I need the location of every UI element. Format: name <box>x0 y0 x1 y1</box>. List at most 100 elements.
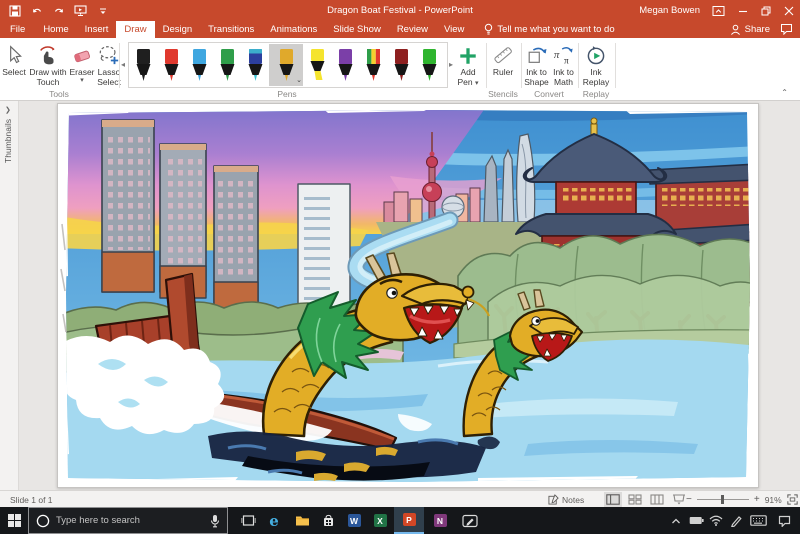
microphone-icon[interactable] <box>210 514 220 528</box>
add-pen-plus-icon <box>452 40 484 66</box>
ruler-button[interactable]: Ruler <box>488 40 518 94</box>
taskbar-search[interactable]: Type here to search <box>28 507 228 534</box>
tab-draw[interactable]: Draw <box>116 21 154 38</box>
eraser-dropdown-caret[interactable]: ▾ <box>68 77 96 85</box>
zoom-slider[interactable] <box>697 495 749 504</box>
ink-to-math-button[interactable]: ππ Ink to Math <box>550 40 577 94</box>
file-explorer-icon[interactable] <box>290 507 314 534</box>
close-icon[interactable] <box>784 6 794 16</box>
rainbow-pen[interactable] <box>359 44 387 86</box>
signed-in-user[interactable]: Megan Bowen <box>639 0 700 21</box>
share-person-icon <box>730 24 741 36</box>
group-label-convert: Convert <box>521 89 577 99</box>
word-icon[interactable]: W <box>342 507 366 534</box>
tab-home[interactable]: Home <box>35 21 76 38</box>
task-view-button[interactable] <box>236 507 260 534</box>
zoom-in-icon[interactable]: + <box>754 494 760 505</box>
ribbon-tab-row: File Home Insert Draw Design Transitions… <box>0 21 800 38</box>
restore-icon[interactable] <box>761 6 771 16</box>
comments-icon[interactable] <box>780 23 793 35</box>
black-pen[interactable] <box>129 44 157 86</box>
action-center-icon[interactable] <box>772 507 796 534</box>
store-icon[interactable] <box>316 507 340 534</box>
add-pen-dropdown-caret[interactable]: ▾ <box>475 80 479 87</box>
pen-options-caret[interactable]: ⌄ <box>296 76 302 84</box>
tab-transitions[interactable]: Transitions <box>200 21 262 38</box>
group-label-tools: Tools <box>0 89 118 99</box>
excel-icon[interactable]: X <box>368 507 392 534</box>
bright-green-pen[interactable] <box>415 44 443 86</box>
lightbulb-icon <box>484 23 493 36</box>
cortana-icon <box>36 514 50 528</box>
notes-button[interactable]: Notes <box>548 491 584 508</box>
tab-animations[interactable]: Animations <box>262 21 325 38</box>
onenote-icon[interactable]: N <box>428 507 452 534</box>
slide-illustration <box>58 104 758 487</box>
thumbnails-panel[interactable]: ❯ Thumbnails <box>0 101 19 490</box>
tab-review[interactable]: Review <box>389 21 436 38</box>
red-pen[interactable] <box>157 44 185 86</box>
ink-replay-icon <box>580 40 612 66</box>
touch-keyboard-icon[interactable] <box>746 507 770 534</box>
blue-pencil[interactable] <box>185 44 213 86</box>
ink-to-math-icon: ππ <box>550 40 577 66</box>
share-button[interactable]: Share <box>730 21 770 38</box>
draw-with-touch-icon <box>28 40 68 66</box>
ink-to-shape-icon <box>523 40 550 66</box>
start-button[interactable] <box>0 507 28 534</box>
minimize-icon[interactable] <box>738 6 748 16</box>
select-cursor-icon <box>0 40 28 66</box>
add-pen-button[interactable]: Add Pen ▾ <box>452 40 484 94</box>
tab-design[interactable]: Design <box>155 21 201 38</box>
svg-text:π: π <box>553 49 559 61</box>
notes-icon <box>548 494 559 505</box>
collapse-ribbon-icon[interactable]: ⌃ <box>781 88 788 97</box>
pens-scroll-left-icon[interactable]: ◂ <box>121 60 125 69</box>
select-button[interactable]: Select <box>0 40 28 94</box>
purple-pencil[interactable] <box>331 44 359 86</box>
powerpoint-icon-active[interactable]: P <box>394 507 424 534</box>
zoom-percent[interactable]: 91% <box>765 495 782 505</box>
editing-area: ❯ Thumbnails <box>0 101 800 490</box>
galaxy-pen[interactable] <box>241 44 269 86</box>
slide-canvas[interactable] <box>57 103 759 488</box>
pen-gallery: ⌄ <box>128 42 448 88</box>
edge-icon[interactable]: e <box>262 507 286 534</box>
battery-icon[interactable] <box>686 507 706 534</box>
normal-view-button[interactable] <box>604 492 622 507</box>
ribbon: Select Draw with Touch Eraser ▾ Lasso Se… <box>0 38 800 101</box>
wifi-icon[interactable] <box>706 507 726 534</box>
fit-slide-to-window-icon[interactable] <box>787 494 798 505</box>
search-placeholder: Type here to search <box>56 515 204 526</box>
group-label-pens: Pens <box>128 89 446 99</box>
zoom-out-icon[interactable]: − <box>686 494 692 505</box>
ink-to-shape-button[interactable]: Ink to Shape <box>523 40 550 94</box>
eraser-button[interactable]: Eraser ▾ <box>68 40 96 94</box>
eraser-icon <box>68 40 96 66</box>
ribbon-display-options-icon[interactable] <box>712 5 725 17</box>
draw-with-touch-button[interactable]: Draw with Touch <box>28 40 68 94</box>
tab-insert[interactable]: Insert <box>77 21 117 38</box>
tab-slide-show[interactable]: Slide Show <box>325 21 389 38</box>
slide-sorter-view-button[interactable] <box>626 492 644 507</box>
yellow-highlighter[interactable] <box>303 44 331 86</box>
taskbar: Type here to search e W X P N <box>0 507 800 534</box>
green-pencil[interactable] <box>213 44 241 86</box>
whiteboard-icon[interactable] <box>456 507 484 534</box>
ink-replay-button[interactable]: Ink Replay <box>580 40 612 94</box>
gold-pen[interactable]: ⌄ <box>269 44 303 86</box>
ruler-icon <box>488 40 518 66</box>
tab-file[interactable]: File <box>0 21 35 38</box>
pen-icon[interactable] <box>726 507 746 534</box>
group-label-replay: Replay <box>578 89 614 99</box>
hidden-icons-chevron[interactable] <box>666 507 686 534</box>
zoom-slider-thumb[interactable] <box>721 495 724 504</box>
reading-view-button[interactable] <box>648 492 666 507</box>
thumbnails-label: Thumbnails <box>3 119 13 163</box>
svg-text:π: π <box>564 55 569 65</box>
tab-view[interactable]: View <box>436 21 472 38</box>
tell-me-box[interactable]: Tell me what you want to do <box>484 21 614 38</box>
title-bar: Dragon Boat Festival - PowerPoint Megan … <box>0 0 800 21</box>
maroon-pen[interactable] <box>387 44 415 86</box>
expand-thumbnails-icon[interactable]: ❯ <box>5 106 11 114</box>
